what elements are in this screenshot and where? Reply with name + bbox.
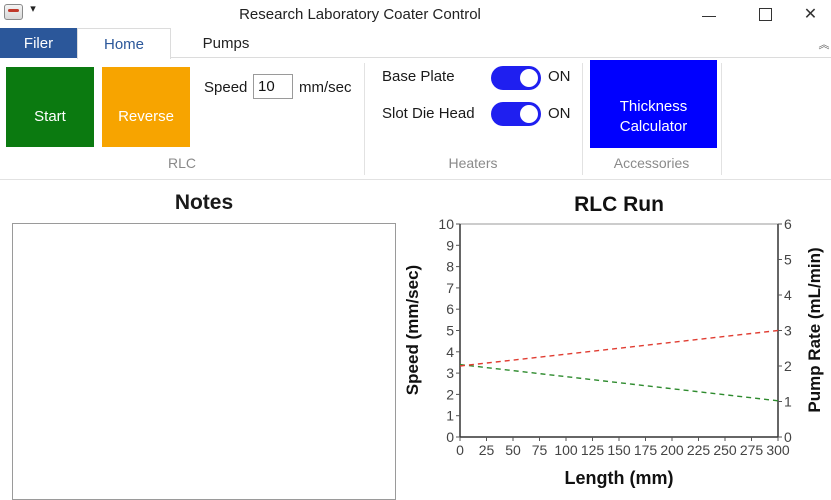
x-tick-label: 175: [634, 442, 658, 458]
group-label-heaters: Heaters: [448, 155, 498, 171]
y-tick-label-left: 8: [446, 259, 454, 275]
chart-title: RLC Run: [574, 193, 664, 216]
y-tick-label-left: 7: [446, 280, 454, 296]
series-line-left: [459, 363, 779, 402]
x-tick-label: 150: [607, 442, 631, 458]
close-button[interactable]: ✕: [790, 0, 831, 28]
group-label-rlc: RLC: [167, 155, 196, 171]
plot-frame: [459, 223, 779, 438]
group-divider: [721, 63, 722, 175]
group-label-accessories: Accessories: [613, 155, 690, 171]
y-tick-label-left: 9: [446, 237, 454, 253]
x-tick-label: 50: [505, 442, 521, 458]
tab-pumps[interactable]: Pumps: [171, 28, 281, 58]
y-tick-label-left: 10: [438, 216, 454, 232]
minimize-icon: [702, 15, 716, 17]
y-tick-label-right: 5: [784, 252, 792, 268]
y-tick-label-left: 4: [446, 344, 454, 360]
chart-plot-area: 0 25 50 75 100 125 150 175 200 225 250 275 300012345…: [438, 216, 792, 458]
y-tick-label-left: 1: [446, 408, 454, 424]
y-tick-label-left: 0: [446, 429, 454, 445]
maximize-button[interactable]: [742, 0, 788, 28]
thickness-calculator-button[interactable]: Thickness Calculator: [590, 60, 717, 148]
y-axis-label-right: Pump Rate (mL/min): [805, 247, 824, 412]
minimize-button[interactable]: [686, 0, 732, 28]
reverse-button[interactable]: Reverse: [102, 67, 190, 147]
notes-textarea[interactable]: [12, 223, 396, 500]
collapse-ribbon-icon[interactable]: ︽: [817, 36, 831, 51]
tab-filer[interactable]: Filer: [0, 28, 77, 58]
y-tick-label-right: 2: [784, 358, 792, 374]
toggle-knob: [520, 105, 538, 123]
x-tick-label: 75: [532, 442, 548, 458]
x-tick-label: 25: [479, 442, 495, 458]
notes-title: Notes: [174, 191, 234, 214]
reverse-button-label: Reverse: [118, 108, 174, 125]
window-title: Research Laboratory Coater Control: [239, 6, 481, 23]
series-line-right: [459, 329, 779, 367]
x-tick-label: 225: [687, 442, 711, 458]
base-plate-label: Base Plate: [382, 68, 455, 85]
slot-die-head-state: ON: [548, 105, 571, 122]
x-tick-label: 100: [554, 442, 578, 458]
speed-label: Speed: [204, 79, 248, 96]
close-icon: ✕: [803, 6, 818, 23]
thickness-calculator-label-line1: Thickness: [619, 98, 688, 115]
thickness-calculator-label-line2: Calculator: [619, 118, 688, 135]
slot-die-head-label: Slot Die Head: [382, 105, 475, 122]
tab-home[interactable]: Home: [77, 28, 171, 59]
rlc-run-chart: RLC Run 0 25 50 75 100 125 150 175 200 225 250 275 3…: [403, 193, 824, 488]
x-axis-label: Length (mm): [565, 468, 674, 488]
ribbon-panel: Start Reverse Speed mm/sec RLC Base Plat…: [0, 59, 831, 180]
start-button[interactable]: Start: [6, 67, 94, 147]
maximize-icon: [758, 7, 772, 21]
x-tick-label: 275: [740, 442, 764, 458]
base-plate-toggle[interactable]: [491, 66, 541, 90]
base-plate-state: ON: [548, 68, 571, 85]
y-tick-label-left: 2: [446, 386, 454, 402]
y-tick-label-left: 6: [446, 301, 454, 317]
y-tick-label-right: 1: [784, 394, 792, 410]
start-button-label: Start: [34, 108, 66, 125]
x-tick-label: 125: [581, 442, 605, 458]
y-tick-label-left: 3: [446, 365, 454, 381]
speed-unit-label: mm/sec: [299, 79, 352, 96]
y-tick-label-right: 4: [784, 287, 792, 303]
x-tick-label: 250: [713, 442, 737, 458]
ribbon-tab-bar: Filer Home Pumps ︽: [0, 28, 831, 59]
y-tick-label-right: 3: [784, 323, 792, 339]
y-tick-label-left: 5: [446, 323, 454, 339]
y-tick-label-right: 0: [784, 429, 792, 445]
speed-input[interactable]: [253, 74, 293, 99]
toggle-knob: [520, 69, 538, 87]
y-tick-label-right: 6: [784, 216, 792, 232]
x-tick-label: 0: [456, 442, 464, 458]
x-tick-label: 200: [660, 442, 684, 458]
y-axis-label-left: Speed (mm/sec): [403, 265, 422, 395]
slot-die-head-toggle[interactable]: [491, 102, 541, 126]
title-bar: ▾ Research Laboratory Coater Control ✕: [0, 0, 831, 28]
